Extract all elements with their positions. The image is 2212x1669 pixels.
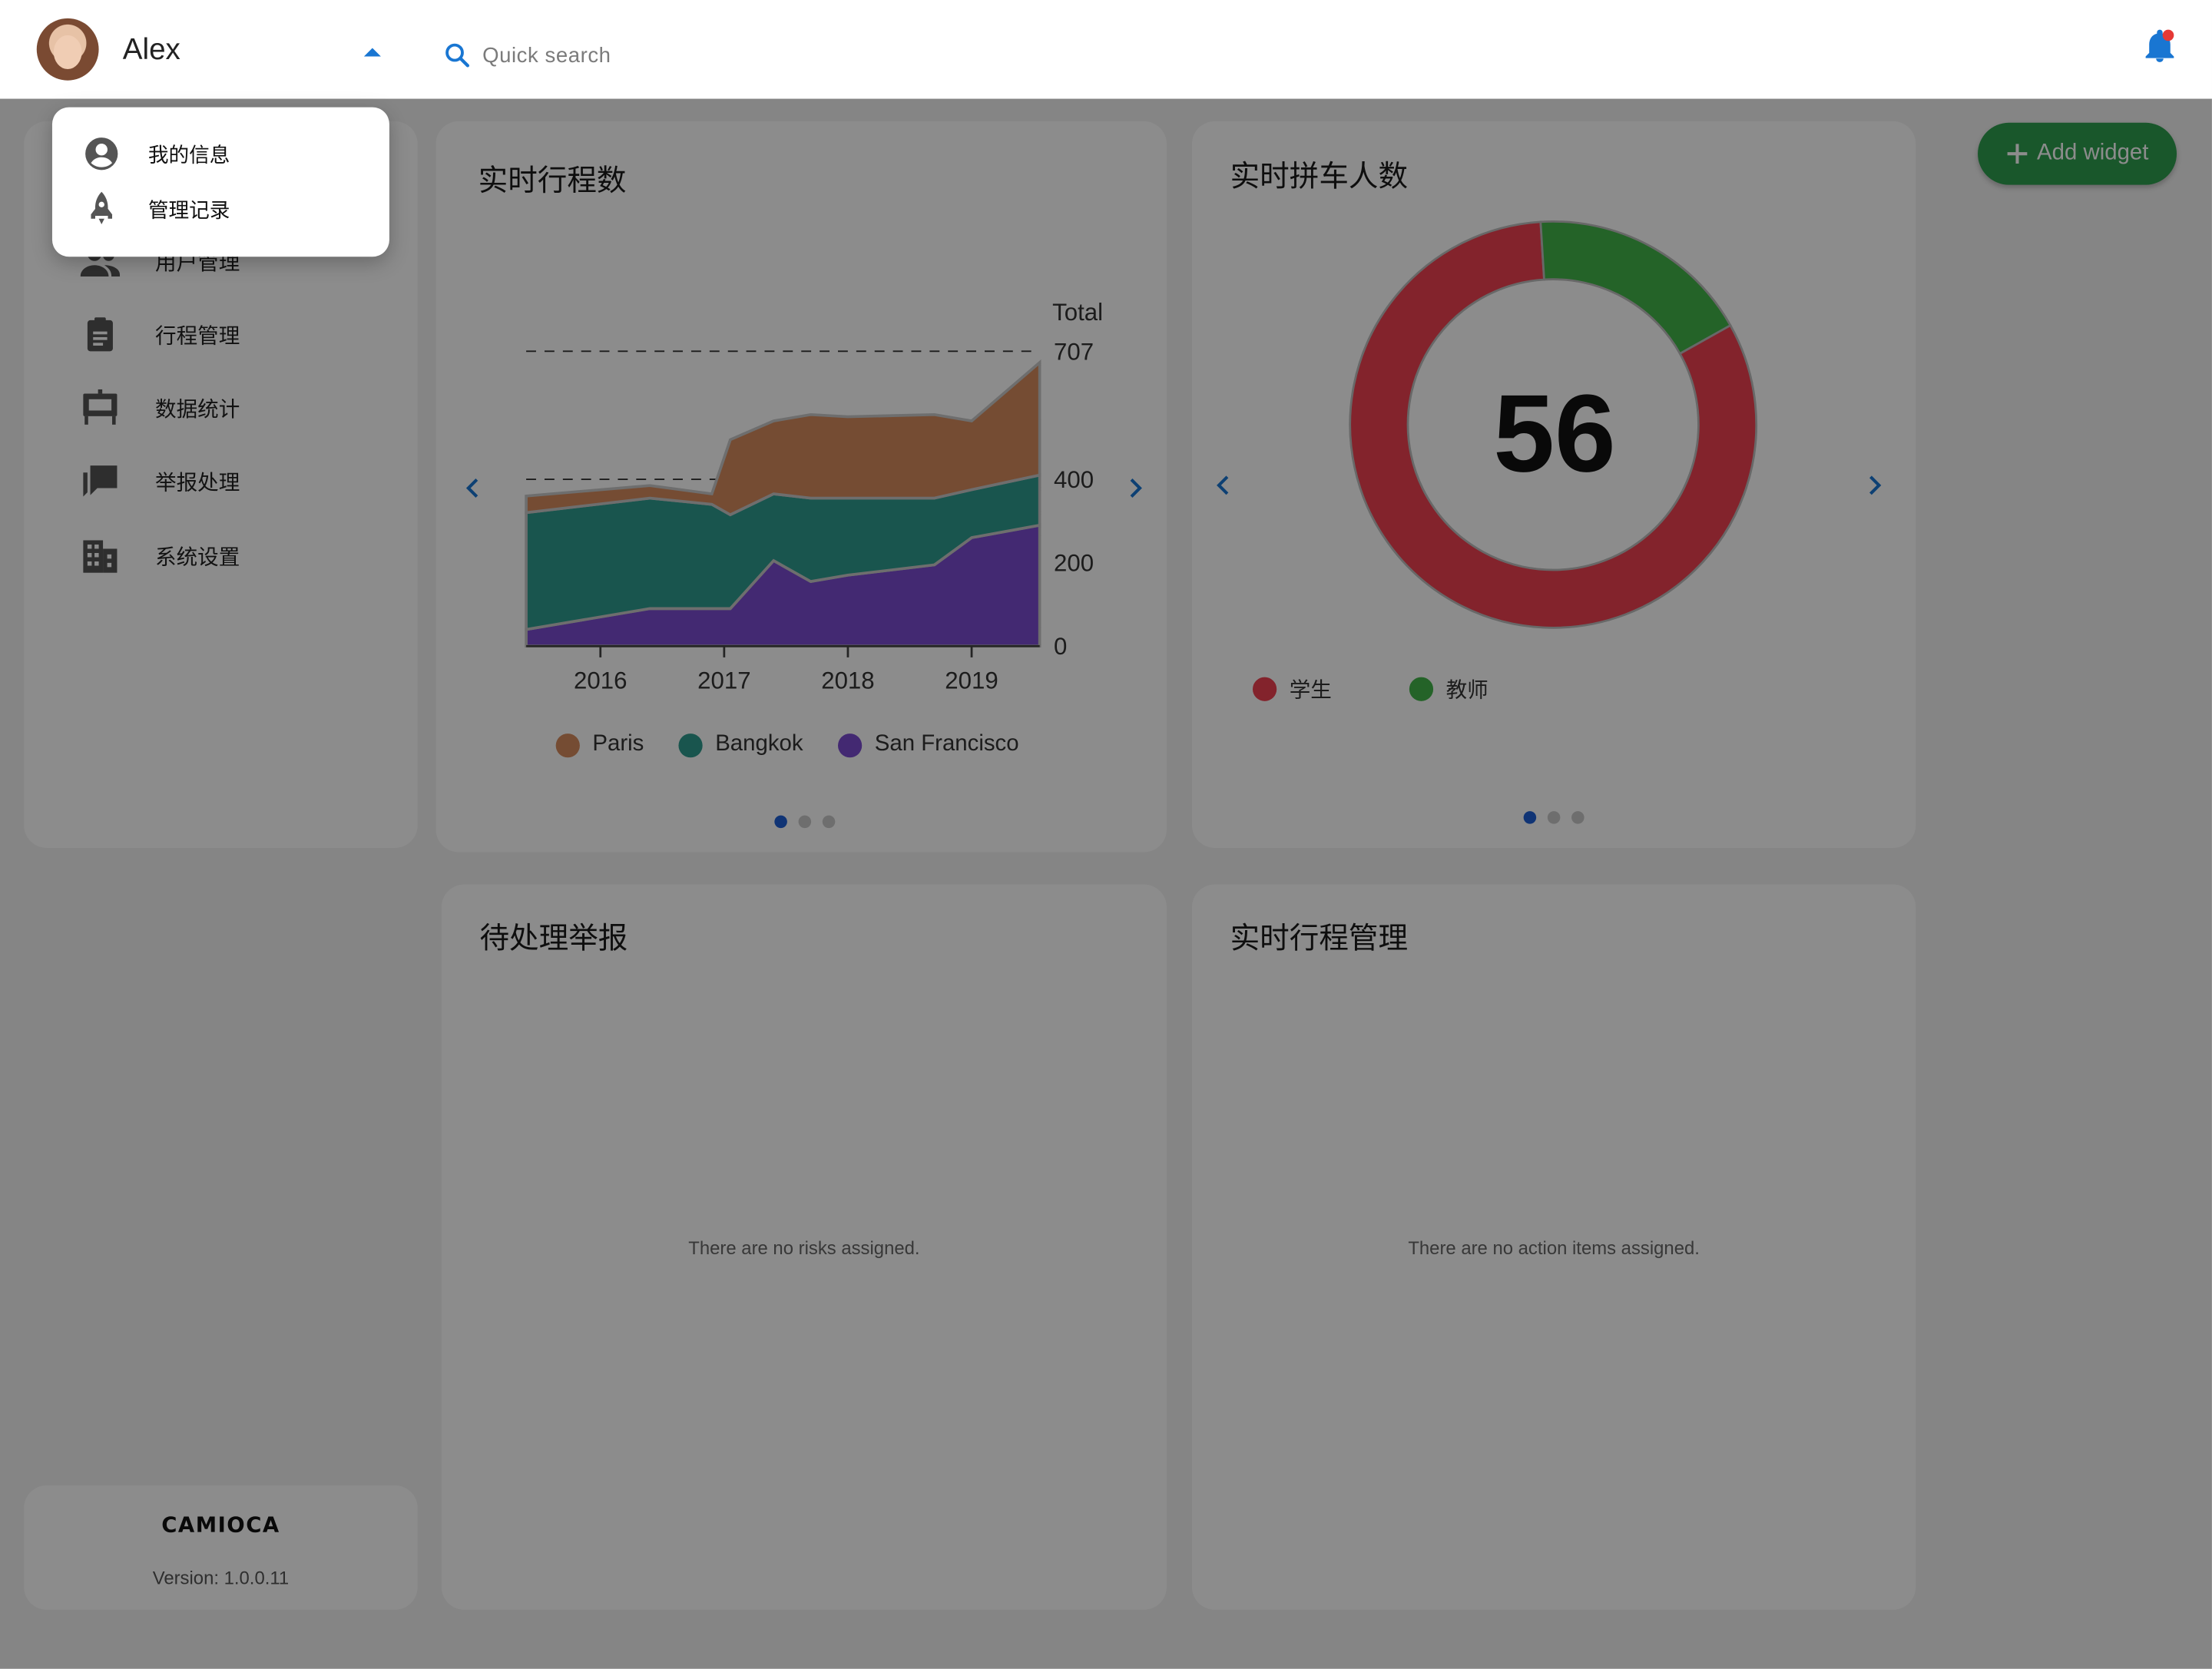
- avatar[interactable]: [36, 18, 99, 81]
- rocket-icon: [91, 191, 113, 225]
- menu-item-label: 我的信息: [147, 145, 230, 168]
- modal-backdrop[interactable]: [0, 98, 2212, 1669]
- bell-icon[interactable]: [2143, 28, 2177, 65]
- menu-item-label: 管理记录: [147, 200, 230, 224]
- caret-up-icon[interactable]: [363, 48, 381, 57]
- menu-item-records[interactable]: 管理记录: [83, 187, 379, 227]
- user-menu: 我的信息 管理记录: [51, 107, 389, 257]
- search-input[interactable]: [479, 34, 1050, 77]
- notification-dot: [2162, 29, 2174, 41]
- app-stage: Alex 用户管理 行程管理: [0, 0, 2212, 1669]
- menu-item-my-info[interactable]: 我的信息: [83, 133, 379, 172]
- account-circle-icon: [85, 137, 118, 171]
- top-bar: Alex: [0, 0, 2212, 99]
- search-icon: [445, 43, 470, 68]
- user-name[interactable]: Alex: [123, 34, 180, 68]
